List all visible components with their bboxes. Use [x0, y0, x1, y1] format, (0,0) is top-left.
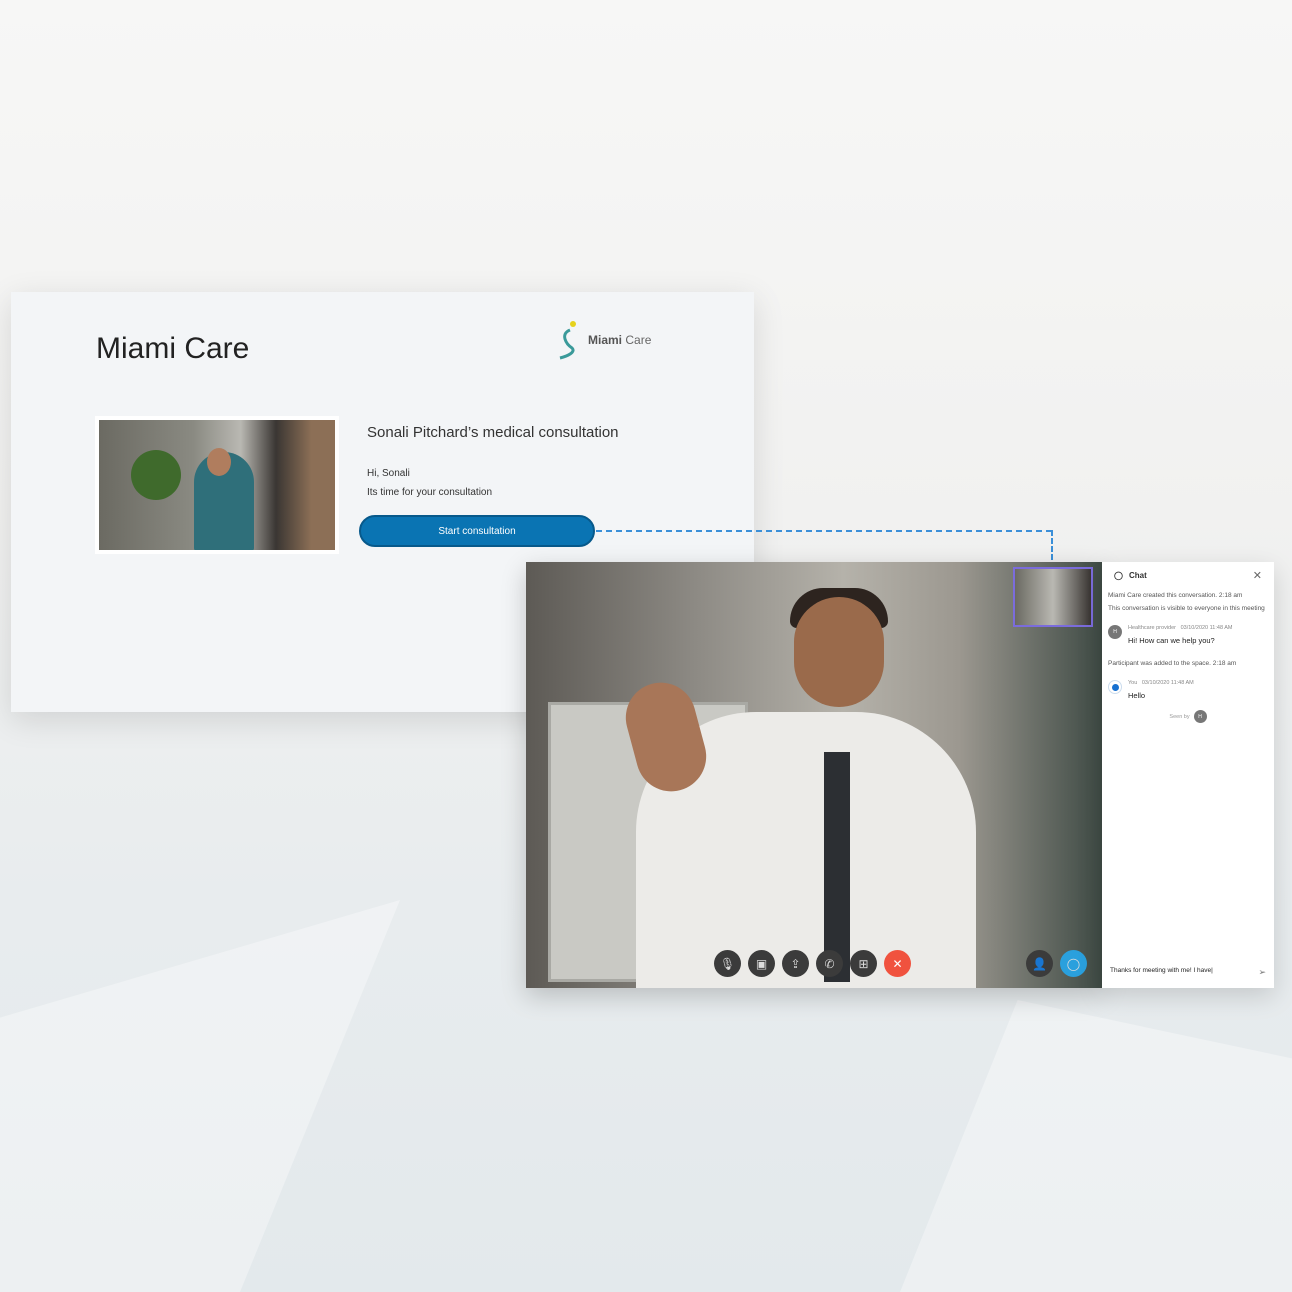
patient-photo [95, 416, 339, 554]
video-off-icon: ▣ [755, 956, 768, 971]
video-button[interactable]: ▣ [748, 950, 775, 977]
brand-logo: Miami Care [556, 320, 651, 360]
participants-button[interactable]: 👤 [1026, 950, 1053, 977]
avatar: H [1193, 710, 1207, 723]
greeting: Hi, Sonali [367, 468, 410, 479]
connector-line [1051, 530, 1053, 560]
call-side-controls: 👤 ◯ [1026, 950, 1087, 977]
background-shape [900, 1000, 1292, 1292]
message-text: Hi! How can we help you? [1128, 636, 1215, 645]
logo-brand: Miami [588, 333, 623, 347]
send-icon[interactable]: ➢ [1258, 967, 1266, 978]
timestamp: 03/10/2020 11:48 AM [1180, 625, 1233, 631]
page-title: Miami Care [96, 332, 250, 365]
video-call-view: 🎙 ▣ ⇪ ✆ ⊞ ✕ 👤 ◯ [526, 562, 1103, 988]
chat-icon: ◯ [1066, 956, 1081, 971]
chat-button[interactable]: ◯ [1060, 950, 1087, 977]
chat-message: H Healthcare provider 03/10/2020 11:48 A… [1102, 625, 1274, 645]
audio-button[interactable]: ✆ [816, 950, 843, 977]
chat-panel: ◯ Chat ✕ Miami Care created this conversat… [1102, 562, 1274, 988]
participants-icon: 👤 [1032, 956, 1047, 971]
mute-button[interactable]: 🎙 [714, 950, 741, 977]
connector-line [596, 530, 1052, 532]
system-message: Miami Care created this conversation. 2:… [1108, 592, 1243, 599]
chat-message: You 03/10/2020 11:48 AM Hello [1102, 680, 1274, 700]
share-icon: ⇪ [790, 956, 801, 971]
call-controls: 🎙 ▣ ⇪ ✆ ⊞ ✕ [714, 950, 911, 977]
chat-input[interactable]: Thanks for meeting with me! I have| ➢ [1110, 967, 1266, 978]
end-button[interactable]: ✕ [884, 950, 911, 977]
subtitle: Its time for your consultation [367, 487, 493, 498]
chat-title: Chat [1128, 571, 1147, 580]
avatar: H [1108, 625, 1122, 639]
share-button[interactable]: ⇪ [782, 950, 809, 977]
end-call-icon: ✕ [892, 956, 903, 971]
layout-icon: ⊞ [858, 956, 869, 971]
self-view-thumbnail[interactable] [1013, 567, 1093, 627]
seen-by-label: Seen by [1169, 713, 1190, 720]
chat-bubble-icon: ◯ [1114, 571, 1123, 580]
background-shape [0, 900, 400, 1292]
phone-icon: ✆ [824, 956, 835, 971]
mic-off-icon: 🎙 [719, 956, 736, 971]
logo-suffix: Care [625, 333, 652, 347]
avatar [1108, 680, 1122, 694]
consultation-title: Sonali Pitchard’s medical consultation [367, 424, 619, 441]
timestamp: 03/10/2020 11:48 AM [1141, 680, 1194, 686]
sender: You [1128, 680, 1138, 686]
message-text: Hello [1128, 691, 1146, 700]
logo-icon [559, 321, 576, 360]
start-consultation-button[interactable]: Start consultation [359, 515, 595, 547]
chat-input-value: Thanks for meeting with me! I have| [1110, 967, 1213, 974]
system-message: Participant was added to the space. 2:18… [1108, 660, 1237, 667]
layout-button[interactable]: ⊞ [850, 950, 877, 977]
sender: Healthcare provider [1128, 625, 1176, 631]
seen-by: Seen by H [1102, 710, 1274, 723]
close-icon[interactable]: ✕ [1253, 569, 1262, 582]
system-message: This conversation is visible to everyone… [1108, 605, 1265, 612]
